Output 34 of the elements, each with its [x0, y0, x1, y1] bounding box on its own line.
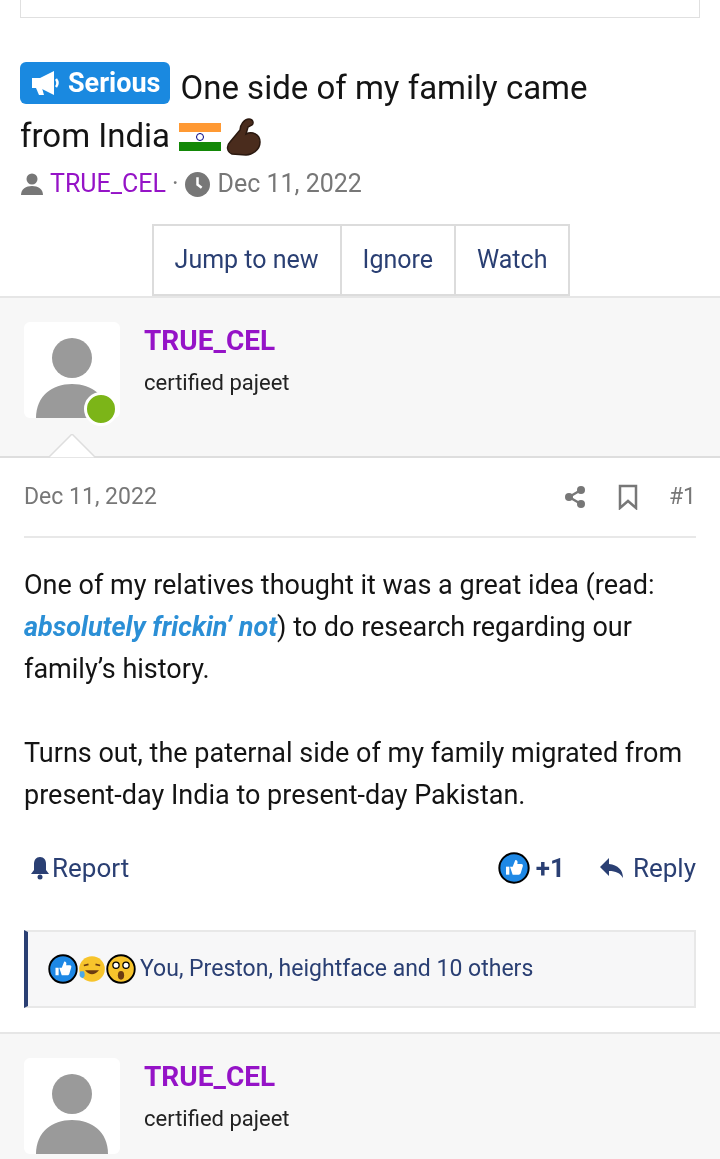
username-link[interactable]: TRUE_CEL: [144, 1058, 290, 1096]
thread-button[interactable]: Ignore: [341, 224, 456, 296]
thread-title: Serious One side of my family came from India: [0, 62, 650, 160]
report-link[interactable]: Report: [24, 848, 498, 888]
author-link[interactable]: TRUE_CEL: [50, 165, 166, 203]
thumbs-up-icon: [48, 954, 78, 984]
bell-icon: [30, 856, 50, 880]
post-date[interactable]: Dec 11, 2022: [24, 479, 563, 515]
flag-icon: [178, 121, 223, 153]
post-paragraph: One of my relatives thought it was a great idea (read: absolutely frickin’ not) to do research regarding our family’s history.: [24, 568, 656, 687]
user-title: certified pajeet: [144, 1105, 290, 1133]
astonished-face-icon: [106, 954, 136, 984]
reply-arrow-icon: [598, 857, 625, 879]
username-link[interactable]: TRUE_CEL: [144, 322, 290, 360]
thread-button[interactable]: Jump to new: [151, 224, 342, 296]
like-button[interactable]: +1: [497, 848, 565, 888]
thread-button[interactable]: Watch: [456, 224, 571, 296]
thumbs-up-icon: [497, 852, 530, 884]
reply-link[interactable]: Reply: [598, 848, 696, 888]
megaphone-icon: [30, 70, 62, 96]
reactions-text: You, Preston, heightface and 10 others: [140, 953, 534, 984]
bookmark-icon: [616, 484, 639, 510]
quote-link[interactable]: absolutely frickin’ not: [24, 611, 278, 643]
user-icon: [20, 172, 44, 196]
post-number[interactable]: #1: [668, 479, 696, 515]
post-paragraph: Turns out, the paternal side of my family migrated from present-day India to present-day Pakistan.: [24, 736, 684, 813]
separator-dot: ·: [171, 168, 179, 201]
user-title: certified pajeet: [144, 369, 290, 397]
thread-date: Dec 11, 2022: [217, 168, 362, 201]
prefix-label: Serious: [20, 62, 171, 104]
crying-laughing-face-icon: [78, 955, 106, 983]
clock-icon: [184, 171, 210, 197]
share-icon: [562, 485, 587, 509]
reactions-bar[interactable]: You, Preston, heightface and 10 others: [24, 930, 696, 1008]
